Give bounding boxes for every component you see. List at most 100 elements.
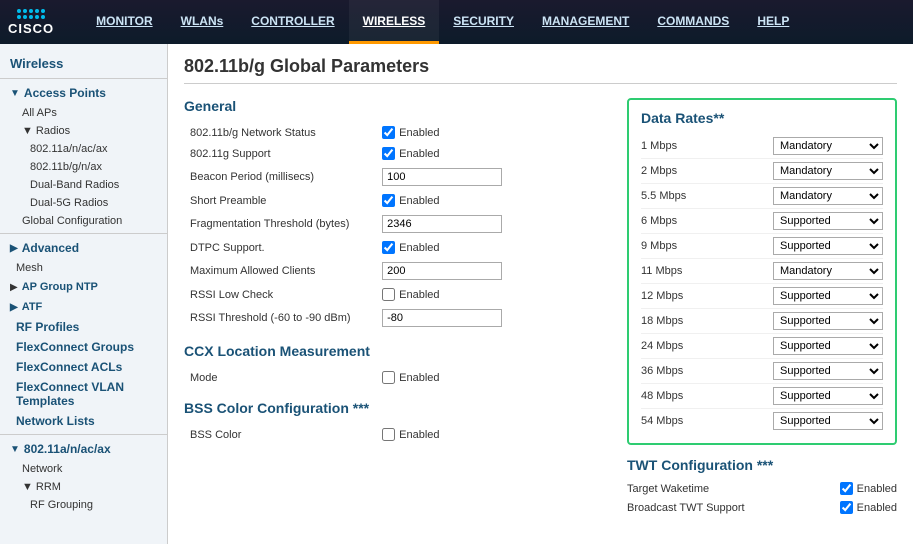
nav-monitor[interactable]: MONITOR: [82, 0, 166, 44]
data-rate-select-55mbps[interactable]: Mandatory Supported Disabled: [773, 187, 883, 205]
data-rate-row-2mbps: 2 Mbps Mandatory Supported Disabled: [641, 159, 883, 184]
sidebar-item-80211anac[interactable]: 802.11a/n/ac/ax: [0, 140, 167, 158]
checkbox-ccx-mode[interactable]: [382, 371, 395, 384]
nav-controller[interactable]: CONTROLLER: [237, 0, 348, 44]
sidebar-item-80211bgn[interactable]: 802.11b/g/n/ax: [0, 158, 167, 176]
sidebar-item-all-aps[interactable]: All APs: [0, 104, 167, 122]
data-rate-label-6mbps: 6 Mbps: [641, 215, 711, 227]
data-rate-select-9mbps[interactable]: Mandatory Supported Disabled: [773, 237, 883, 255]
field-label-frag: Fragmentation Threshold (bytes): [184, 211, 376, 237]
ccx-section-title: CCX Location Measurement: [184, 343, 611, 359]
twt-section: TWT Configuration *** Target Waketime En…: [627, 457, 897, 517]
main-content: 802.11b/g Global Parameters General 802.…: [168, 44, 913, 544]
checkbox-rssi-low[interactable]: [382, 288, 395, 301]
field-label-max-clients: Maximum Allowed Clients: [184, 258, 376, 284]
layout: Wireless ▼ Access Points All APs ▼ Radio…: [0, 44, 913, 544]
data-rate-select-54mbps[interactable]: Mandatory Supported Disabled: [773, 412, 883, 430]
field-value-short-preamble: Enabled: [376, 190, 611, 211]
data-rate-label-2mbps: 2 Mbps: [641, 165, 711, 177]
sidebar-item-80211a-group[interactable]: ▼ 802.11a/n/ac/ax: [0, 438, 167, 460]
checkbox-label-bss-color: Enabled: [382, 428, 605, 441]
field-value-ccx-mode: Enabled: [376, 367, 611, 388]
sidebar-item-mesh[interactable]: Mesh: [0, 259, 167, 277]
sidebar-item-network-lists[interactable]: Network Lists: [0, 411, 167, 431]
field-value-rssi-low: Enabled: [376, 284, 611, 305]
checkbox-dtpc[interactable]: [382, 241, 395, 254]
data-rate-select-36mbps[interactable]: Mandatory Supported Disabled: [773, 362, 883, 380]
sidebar-item-advanced[interactable]: ▶ Advanced: [0, 237, 167, 259]
sidebar-item-dual5g[interactable]: Dual-5G Radios: [0, 194, 167, 212]
data-rate-select-1mbps[interactable]: Mandatory Supported Disabled: [773, 137, 883, 155]
data-rate-select-6mbps[interactable]: Mandatory Supported Disabled: [773, 212, 883, 230]
data-rate-row-9mbps: 9 Mbps Mandatory Supported Disabled: [641, 234, 883, 259]
checkbox-twt-broadcast[interactable]: [840, 501, 853, 514]
data-rate-select-11mbps[interactable]: Mandatory Supported Disabled: [773, 262, 883, 280]
checkbox-label-dtpc: Enabled: [382, 241, 605, 254]
input-frag-threshold[interactable]: [382, 215, 502, 233]
sidebar-divider-3: [0, 434, 167, 435]
input-max-clients[interactable]: [382, 262, 502, 280]
checkbox-text-short-preamble: Enabled: [399, 195, 439, 207]
checkbox-text-bss-color: Enabled: [399, 429, 439, 441]
arrow-right-icon-atf: ▶: [10, 302, 18, 313]
nav-commands[interactable]: COMMANDS: [643, 0, 743, 44]
checkbox-text-80211g: Enabled: [399, 148, 439, 160]
field-label-dtpc: DTPC Support.: [184, 237, 376, 258]
form-row-dtpc: DTPC Support. Enabled: [184, 237, 611, 258]
data-rate-select-2mbps[interactable]: Mandatory Supported Disabled: [773, 162, 883, 180]
data-rate-row-11mbps: 11 Mbps Mandatory Supported Disabled: [641, 259, 883, 284]
sidebar-item-rf-profiles[interactable]: RF Profiles: [0, 317, 167, 337]
data-rate-select-12mbps[interactable]: Mandatory Supported Disabled: [773, 287, 883, 305]
checkbox-text-dtpc: Enabled: [399, 242, 439, 254]
checkbox-twt-target[interactable]: [840, 482, 853, 495]
nav-wireless[interactable]: WIRELESS: [349, 0, 440, 44]
nav-menu: MONITOR WLANs CONTROLLER WIRELESS SECURI…: [82, 0, 803, 44]
general-form: 802.11b/g Network Status Enabled 802.11g…: [184, 122, 611, 331]
data-rate-select-48mbps[interactable]: Mandatory Supported Disabled: [773, 387, 883, 405]
field-label-beacon: Beacon Period (millisecs): [184, 164, 376, 190]
nav-security[interactable]: SECURITY: [439, 0, 528, 44]
input-beacon-period[interactable]: [382, 168, 502, 186]
data-rate-select-24mbps[interactable]: Mandatory Supported Disabled: [773, 337, 883, 355]
form-row-beacon-period: Beacon Period (millisecs): [184, 164, 611, 190]
arrow-down-icon-radios: ▼: [22, 125, 33, 137]
data-rate-label-9mbps: 9 Mbps: [641, 240, 711, 252]
data-rate-row-54mbps: 54 Mbps Mandatory Supported Disabled: [641, 409, 883, 433]
checkbox-80211g[interactable]: [382, 147, 395, 160]
checkbox-text-network-status: Enabled: [399, 127, 439, 139]
field-label-rssi-threshold: RSSI Threshold (-60 to -90 dBm): [184, 305, 376, 331]
form-row-rssi-threshold: RSSI Threshold (-60 to -90 dBm): [184, 305, 611, 331]
data-rate-row-55mbps: 5.5 Mbps Mandatory Supported Disabled: [641, 184, 883, 209]
field-value-frag: [376, 211, 611, 237]
checkbox-label-ccx-mode: Enabled: [382, 371, 605, 384]
sidebar-item-dualband[interactable]: Dual-Band Radios: [0, 176, 167, 194]
data-rate-select-18mbps[interactable]: Mandatory Supported Disabled: [773, 312, 883, 330]
checkbox-bss-color[interactable]: [382, 428, 395, 441]
arrow-right-icon-adv: ▶: [10, 243, 18, 254]
sidebar-item-global-config[interactable]: Global Configuration: [0, 212, 167, 230]
nav-help[interactable]: HELP: [743, 0, 803, 44]
data-rate-row-12mbps: 12 Mbps Mandatory Supported Disabled: [641, 284, 883, 309]
form-row-network-status: 802.11b/g Network Status Enabled: [184, 122, 611, 143]
nav-management[interactable]: MANAGEMENT: [528, 0, 643, 44]
sidebar-item-network[interactable]: Network: [0, 460, 167, 478]
field-value-max-clients: [376, 258, 611, 284]
form-row-max-clients: Maximum Allowed Clients: [184, 258, 611, 284]
sidebar-item-rf-grouping[interactable]: RF Grouping: [0, 496, 167, 514]
input-rssi-threshold[interactable]: [382, 309, 502, 327]
checkbox-label-network-status: Enabled: [382, 126, 605, 139]
data-rate-label-54mbps: 54 Mbps: [641, 415, 711, 427]
sidebar-item-flexconnect-acls[interactable]: FlexConnect ACLs: [0, 357, 167, 377]
sidebar-item-rrm[interactable]: ▼ RRM: [0, 478, 167, 496]
sidebar-item-radios[interactable]: ▼ Radios: [0, 122, 167, 140]
checkbox-network-status[interactable]: [382, 126, 395, 139]
sidebar-item-access-points[interactable]: ▼ Access Points: [0, 82, 167, 104]
sidebar-item-flexconnect-vlan[interactable]: FlexConnect VLAN Templates: [0, 377, 167, 411]
page-title: 802.11b/g Global Parameters: [184, 56, 897, 84]
sidebar-item-apgroup-ntp[interactable]: ▶ AP Group NTP: [0, 277, 167, 297]
nav-wlans[interactable]: WLANs: [167, 0, 238, 44]
checkbox-short-preamble[interactable]: [382, 194, 395, 207]
sidebar-item-atf[interactable]: ▶ ATF: [0, 297, 167, 317]
sidebar-item-flexconnect-groups[interactable]: FlexConnect Groups: [0, 337, 167, 357]
field-value-rssi-threshold: [376, 305, 611, 331]
